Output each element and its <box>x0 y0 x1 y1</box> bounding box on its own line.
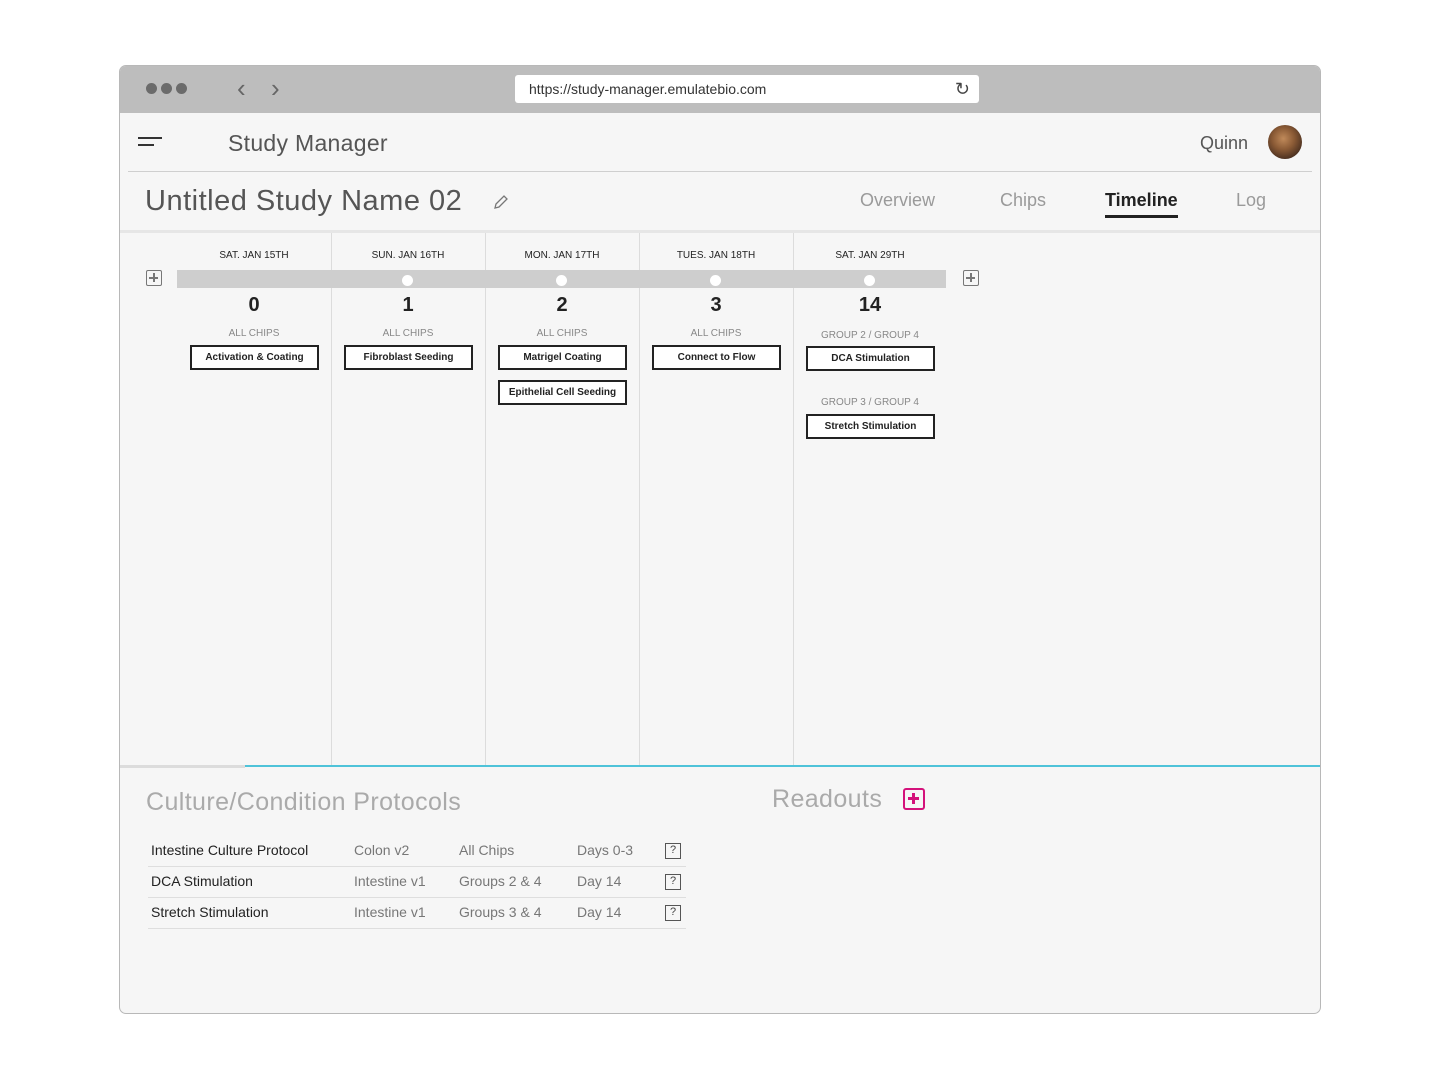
protocol-name: DCA Stimulation <box>151 873 253 889</box>
protocol-epithelial-cell-seeding-button[interactable]: Epithelial Cell Seeding <box>498 380 627 405</box>
protocol-dca-stimulation-button[interactable]: DCA Stimulation <box>806 346 935 371</box>
protocol-chips: Groups 3 & 4 <box>459 904 542 920</box>
protocol-name: Stretch Stimulation <box>151 904 269 920</box>
table-row[interactable]: DCA Stimulation Intestine v1 Groups 2 & … <box>148 867 686 898</box>
day-date: TUES. JAN 18TH <box>676 250 756 261</box>
day-number: 2 <box>556 294 568 316</box>
chip-group-label: ALL CHIPS <box>690 328 742 339</box>
day-number: 0 <box>248 294 260 316</box>
menu-icon[interactable] <box>138 137 164 149</box>
protocol-model: Colon v2 <box>354 842 410 858</box>
protocol-fibroblast-seeding-button[interactable]: Fibroblast Seeding <box>344 345 473 370</box>
chip-group-label: GROUP 3 / GROUP 4 <box>821 397 919 408</box>
address-bar[interactable]: https://study-manager.emulatebio.com ↻ <box>515 75 979 103</box>
browser-chrome: ‹ › https://study-manager.emulatebio.com… <box>120 66 1320 113</box>
app-title: Study Manager <box>228 130 388 156</box>
forward-arrow-icon[interactable]: › <box>271 75 280 101</box>
protocol-days: Day 14 <box>577 873 622 889</box>
section-divider <box>120 765 245 768</box>
add-readout-icon[interactable] <box>903 788 925 810</box>
back-arrow-icon[interactable]: ‹ <box>237 75 246 101</box>
table-row[interactable]: Stretch Stimulation Intestine v1 Groups … <box>148 898 686 929</box>
protocols-section-title: Culture/Condition Protocols <box>146 788 462 816</box>
timeline-marker[interactable] <box>710 275 721 286</box>
study-title: Untitled Study Name 02 <box>145 185 463 217</box>
app-header: Study Manager Quinn <box>120 113 1320 171</box>
protocol-days: Day 14 <box>577 904 622 920</box>
reload-icon[interactable]: ↻ <box>955 75 970 103</box>
protocol-chips: Groups 2 & 4 <box>459 873 542 889</box>
user-avatar[interactable] <box>1268 125 1302 159</box>
edit-pencil-icon[interactable] <box>492 193 510 211</box>
help-icon[interactable]: ? <box>665 874 681 890</box>
day-number: 1 <box>402 294 414 316</box>
add-day-after-icon[interactable] <box>963 270 979 286</box>
day-date: MON. JAN 17TH <box>524 250 600 261</box>
help-icon[interactable]: ? <box>665 905 681 921</box>
tab-overview[interactable]: Overview <box>860 190 935 211</box>
tab-timeline[interactable]: Timeline <box>1105 190 1178 218</box>
tab-chips[interactable]: Chips <box>1000 190 1046 211</box>
timeline-marker[interactable] <box>864 275 875 286</box>
help-icon[interactable]: ? <box>665 843 681 859</box>
protocol-connect-to-flow-button[interactable]: Connect to Flow <box>652 345 781 370</box>
day-date: SAT. JAN 29TH <box>835 250 905 261</box>
timeline-marker[interactable] <box>556 275 567 286</box>
add-day-before-icon[interactable] <box>146 270 162 286</box>
timeline-panel: SAT. JAN 15TH 0 ALL CHIPS Activation & C… <box>120 233 1320 765</box>
chip-group-label: ALL CHIPS <box>536 328 588 339</box>
protocol-activation-coating-button[interactable]: Activation & Coating <box>190 345 319 370</box>
chip-group-label: ALL CHIPS <box>382 328 434 339</box>
chip-group-label: ALL CHIPS <box>228 328 280 339</box>
browser-window: ‹ › https://study-manager.emulatebio.com… <box>119 65 1321 1014</box>
window-controls[interactable] <box>146 83 187 94</box>
day-number: 3 <box>710 294 722 316</box>
protocol-model: Intestine v1 <box>354 873 426 889</box>
day-date: SAT. JAN 15TH <box>219 250 289 261</box>
protocol-stretch-stimulation-button[interactable]: Stretch Stimulation <box>806 414 935 439</box>
chip-group-label: GROUP 2 / GROUP 4 <box>821 330 919 341</box>
day-date: SUN. JAN 16TH <box>371 250 445 261</box>
protocols-table: Intestine Culture Protocol Colon v2 All … <box>148 836 686 929</box>
protocol-name: Intestine Culture Protocol <box>151 842 309 858</box>
user-name[interactable]: Quinn <box>1200 133 1248 154</box>
header-divider <box>128 171 1312 172</box>
day-number: 14 <box>858 294 882 316</box>
table-row[interactable]: Intestine Culture Protocol Colon v2 All … <box>148 836 686 867</box>
url-text: https://study-manager.emulatebio.com <box>529 81 767 97</box>
readouts-section-title: Readouts <box>772 785 883 813</box>
timeline-marker[interactable] <box>402 275 413 286</box>
section-divider-accent <box>245 765 1320 767</box>
protocol-chips: All Chips <box>459 842 515 858</box>
protocol-matrigel-coating-button[interactable]: Matrigel Coating <box>498 345 627 370</box>
tab-log[interactable]: Log <box>1236 190 1266 211</box>
protocol-days: Days 0-3 <box>577 842 634 858</box>
protocol-model: Intestine v1 <box>354 904 426 920</box>
